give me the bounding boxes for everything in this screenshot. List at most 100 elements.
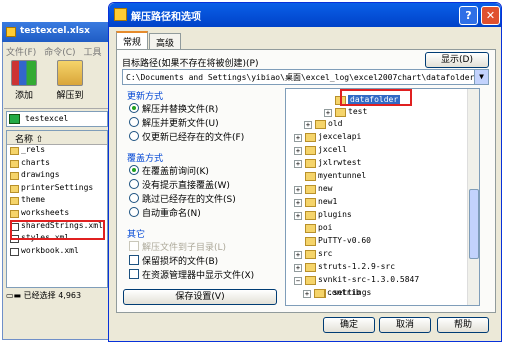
tree-node-label: test bbox=[348, 107, 368, 116]
file-item[interactable]: _rels bbox=[7, 145, 107, 158]
status-text: 已经选择 4,963 bbox=[23, 291, 82, 300]
add-button[interactable]: 添加 bbox=[4, 60, 44, 101]
tree-node-old[interactable]: + old bbox=[304, 119, 342, 131]
sort-arrow-icon: ⇧ bbox=[35, 135, 44, 145]
tree-node-label: new1 bbox=[318, 197, 338, 206]
radio-label: 没有提示直接覆盖(W) bbox=[142, 181, 230, 191]
extract-to-button[interactable]: 解压到 bbox=[50, 60, 90, 101]
expand-icon[interactable]: + bbox=[294, 251, 302, 259]
file-list: 名称 ⇧ _rels charts drawings printerSettin… bbox=[6, 130, 108, 288]
radio-skip-existing[interactable]: 跳过已经存在的文件(S) bbox=[129, 192, 236, 205]
close-title-button[interactable]: ✕ bbox=[481, 6, 500, 25]
file-name: drawings bbox=[21, 170, 60, 180]
save-settings-button[interactable]: 保存设置(V) bbox=[123, 289, 277, 305]
bg-menubar: 文件(F) 命令(C) 工具 bbox=[6, 45, 110, 58]
tree-node-label: myentunnel bbox=[318, 171, 367, 180]
tree-node-src[interactable]: + src bbox=[294, 249, 332, 261]
tree-node-svnkit[interactable]: − svnkit-src-1.3.0.5847 bbox=[294, 275, 419, 287]
expand-icon[interactable]: + bbox=[294, 264, 302, 272]
collapse-icon[interactable]: − bbox=[294, 277, 302, 285]
expand-icon[interactable]: + bbox=[294, 212, 302, 220]
file-item[interactable]: workbook.xml bbox=[7, 246, 107, 259]
tree-node-jexcelapi[interactable]: + jexcelapi bbox=[294, 132, 361, 144]
tree-node-putty[interactable]: PuTTY-v0.60 bbox=[294, 236, 371, 248]
bg-path-text: testexcel bbox=[25, 114, 69, 123]
tree-node-label: src bbox=[318, 249, 333, 258]
radio-label: 解压并更新文件(U) bbox=[142, 119, 219, 129]
radio-extract-replace[interactable]: 解压并替换文件(R) bbox=[129, 102, 218, 115]
name-column-header[interactable]: 名称 ⇧ bbox=[7, 131, 107, 145]
bg-path-field[interactable]: testexcel bbox=[6, 111, 108, 127]
file-item[interactable]: drawings bbox=[7, 170, 107, 183]
radio-indicator bbox=[129, 179, 139, 189]
cancel-button[interactable]: 取消 bbox=[379, 317, 431, 333]
radio-extract-update[interactable]: 解压并更新文件(U) bbox=[129, 116, 219, 129]
checkbox-indicator bbox=[129, 255, 139, 265]
menu-file[interactable]: 文件(F) bbox=[6, 48, 36, 58]
checkbox-keep-broken[interactable]: 保留损坏的文件(B) bbox=[129, 254, 218, 267]
folder-icon bbox=[10, 172, 19, 181]
tab-advanced[interactable]: 高级 bbox=[149, 33, 182, 49]
expand-icon[interactable]: + bbox=[304, 121, 312, 129]
checkbox-show-in-explorer[interactable]: 在资源管理器中显示文件(X) bbox=[129, 268, 254, 281]
radio-update-existing[interactable]: 仅更新已经存在的文件(F) bbox=[129, 130, 244, 143]
tree-node-label: svnkit-src-1.3.0.5847 bbox=[318, 275, 420, 284]
radio-indicator bbox=[129, 165, 139, 175]
tree-node-contrib-visible[interactable]: + contrib bbox=[303, 288, 361, 300]
help-title-button[interactable]: ? bbox=[459, 6, 478, 25]
radio-ask-overwrite[interactable]: 在覆盖前询问(K) bbox=[129, 164, 209, 177]
tree-node-struts[interactable]: + struts-1.2.9-src bbox=[294, 262, 395, 274]
file-item[interactable]: worksheets bbox=[7, 208, 107, 221]
help-button[interactable]: 帮助 bbox=[437, 317, 489, 333]
menu-commands[interactable]: 命令(C) bbox=[44, 48, 75, 58]
up-folder-icon[interactable] bbox=[9, 114, 20, 124]
tree-node-label: plugins bbox=[318, 210, 352, 219]
checkbox-label: 在资源管理器中显示文件(X) bbox=[142, 271, 255, 281]
tree-node-label: PuTTY-v0.60 bbox=[318, 236, 371, 245]
radio-label: 跳过已经存在的文件(S) bbox=[142, 195, 236, 205]
folder-icon bbox=[305, 224, 316, 233]
tree-scrollbar[interactable] bbox=[467, 89, 479, 305]
tree-node-label: poi bbox=[318, 223, 333, 232]
tree-node-test[interactable]: + test bbox=[324, 107, 367, 119]
tab-general[interactable]: 常规 bbox=[116, 31, 149, 49]
expand-icon[interactable]: + bbox=[294, 147, 302, 155]
radio-auto-rename[interactable]: 自动重命名(N) bbox=[129, 206, 201, 219]
checkbox-extract-subfolder[interactable]: 解压文件到子目录(L) bbox=[129, 240, 226, 253]
show-button[interactable]: 显示(D) bbox=[425, 52, 489, 68]
menu-tools[interactable]: 工具 bbox=[84, 48, 102, 58]
tree-node-new1[interactable]: + new1 bbox=[294, 197, 337, 209]
ok-button[interactable]: 确定 bbox=[323, 317, 375, 333]
name-column-label: 名称 bbox=[15, 135, 34, 145]
file-name: worksheets bbox=[21, 207, 70, 217]
toolbar-divider bbox=[4, 108, 108, 109]
target-path-combo[interactable]: C:\Documents and Settings\yibiao\桌面\exce… bbox=[122, 69, 489, 85]
scrollbar-thumb[interactable] bbox=[469, 189, 479, 259]
tree-node-plugins[interactable]: + plugins bbox=[294, 210, 352, 222]
tree-node-label: struts-1.2.9-src bbox=[318, 262, 396, 271]
radio-label: 仅更新已经存在的文件(F) bbox=[142, 133, 245, 143]
expand-icon[interactable]: + bbox=[324, 109, 332, 117]
file-item[interactable]: printerSettings bbox=[7, 183, 107, 196]
expand-icon[interactable]: + bbox=[294, 134, 302, 142]
tree-node-myentunnel[interactable]: myentunnel bbox=[294, 171, 366, 183]
tree-node-label: jxcell bbox=[318, 145, 347, 154]
tree-node-label: jexcelapi bbox=[318, 132, 362, 141]
chevron-down-icon[interactable]: ▼ bbox=[474, 70, 488, 84]
highlight-box bbox=[10, 220, 105, 240]
checkbox-indicator bbox=[129, 241, 139, 251]
expand-icon[interactable]: + bbox=[303, 290, 311, 298]
tree-node-jxlrwtest[interactable]: + jxlrwtest bbox=[294, 158, 361, 170]
tree-node-poi[interactable]: poi bbox=[294, 223, 332, 235]
tree-node-label: new bbox=[318, 184, 333, 193]
expand-icon[interactable]: + bbox=[294, 186, 302, 194]
expand-icon[interactable]: + bbox=[294, 199, 302, 207]
checkbox-indicator bbox=[129, 269, 139, 279]
file-item[interactable]: theme bbox=[7, 195, 107, 208]
tree-node-jxcell[interactable]: + jxcell bbox=[294, 145, 347, 157]
folder-icon bbox=[305, 159, 316, 168]
radio-overwrite-no-prompt[interactable]: 没有提示直接覆盖(W) bbox=[129, 178, 230, 191]
file-item[interactable]: charts bbox=[7, 158, 107, 171]
tree-node-new[interactable]: + new bbox=[294, 184, 332, 196]
expand-icon[interactable]: + bbox=[294, 160, 302, 168]
